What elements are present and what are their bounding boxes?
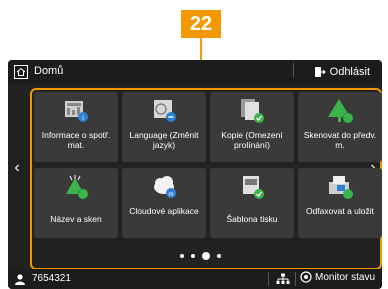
user-id: 7654321: [32, 273, 71, 284]
logout-icon: [314, 67, 326, 77]
network-icon: [276, 273, 290, 284]
control-panel-screen: Domů Odhlásit ‹ › i Informace o spotř. m…: [8, 60, 382, 289]
page-dot[interactable]: [180, 254, 184, 258]
svg-text:m: m: [169, 192, 174, 198]
tile-label: Cloudové aplikace: [129, 206, 199, 216]
page-dot[interactable]: [191, 254, 195, 258]
tile-name-and-scan[interactable]: Název a sken: [34, 168, 118, 238]
logout-label: Odhlásit: [329, 66, 370, 78]
fax-save-icon: [329, 176, 353, 199]
page-dot[interactable]: [217, 254, 221, 258]
status-monitor-button[interactable]: Monitor stavu: [300, 271, 375, 283]
tile-label: Informace o spotř. mat.: [41, 130, 111, 150]
previous-page-arrow[interactable]: ‹: [10, 160, 24, 176]
status-monitor-label: Monitor stavu: [315, 271, 376, 283]
page-indicator: [180, 252, 221, 260]
tile-label: Skenovat do předv. m.: [303, 130, 377, 150]
tile-fax-and-save[interactable]: Odfaxovat a uložit: [298, 168, 382, 238]
consumables-info-icon: i: [65, 101, 88, 122]
tile-scan-to-preset[interactable]: Skenovat do předv. m.: [298, 92, 382, 162]
tile-label: Šablona tisku: [226, 214, 278, 224]
tile-copy[interactable]: Kopie (Omezení prolínání): [210, 92, 294, 162]
status-monitor-icon: [300, 271, 312, 283]
page-title: Domů: [34, 65, 64, 77]
language-icon: [154, 100, 176, 122]
scan-tree-icon: [328, 99, 354, 124]
tile-label: Kopie (Omezení prolínání): [221, 130, 283, 150]
tile-label: Název a sken: [50, 214, 102, 224]
divider: [295, 272, 296, 286]
tile-consumables-info[interactable]: i Informace o spotř. mat.: [34, 92, 118, 162]
divider: [268, 272, 269, 286]
tile-label: Language (Změnit jazyk): [129, 130, 199, 150]
logout-button[interactable]: Odhlásit: [314, 63, 376, 81]
bottom-bar: 7654321 Monitor stavu: [8, 269, 382, 289]
home-icon[interactable]: [14, 65, 28, 79]
cloud-icon: m: [154, 176, 176, 198]
copy-icon: [241, 99, 264, 123]
user-icon: [15, 274, 25, 285]
tile-cloud-apps[interactable]: m Cloudové aplikace: [122, 168, 206, 238]
tile-print-template[interactable]: Šablona tisku: [210, 168, 294, 238]
name-scan-icon: [66, 175, 89, 200]
page-dot-active[interactable]: [202, 252, 210, 260]
callout-number-badge: 22: [181, 10, 221, 38]
top-bar: Domů Odhlásit: [8, 60, 382, 84]
tile-language[interactable]: Language (Změnit jazyk): [122, 92, 206, 162]
print-template-icon: [243, 176, 264, 199]
tile-label: Odfaxovat a uložit: [305, 206, 375, 216]
divider: [293, 63, 294, 77]
